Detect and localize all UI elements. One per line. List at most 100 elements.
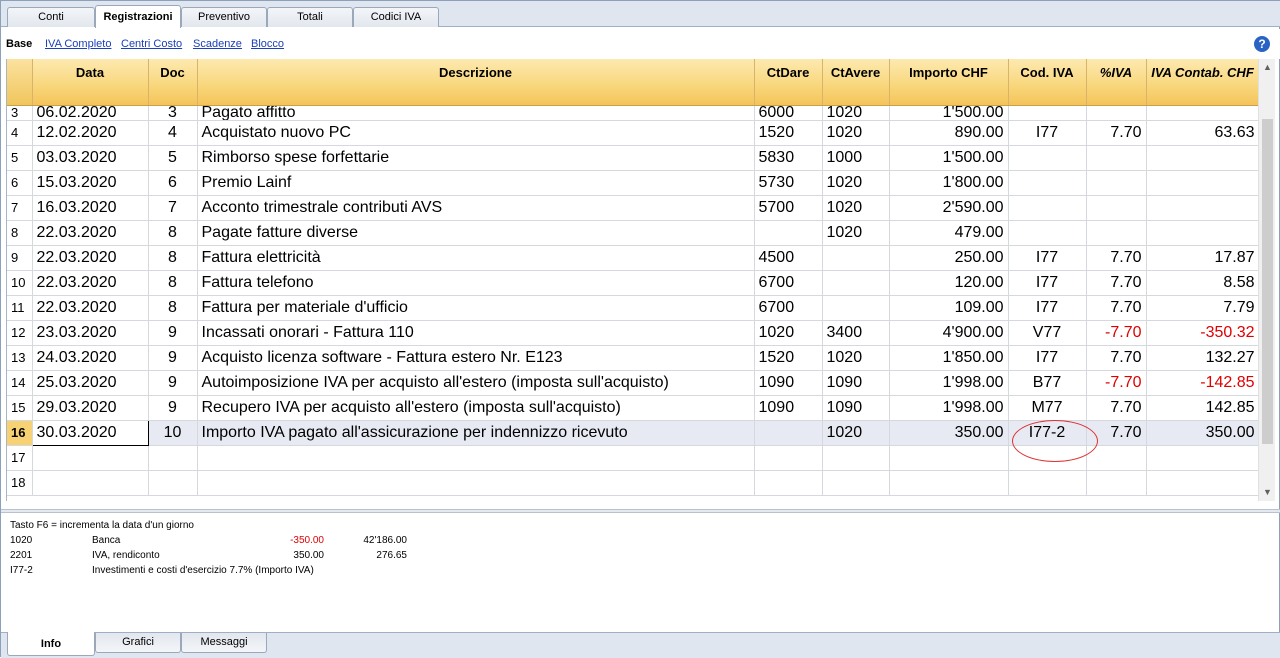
cell-descrizione[interactable]: Fattura per materiale d'ufficio [197,295,755,321]
cell-doc[interactable]: 9 [148,370,198,396]
cell-data[interactable]: 12.02.2020 [32,120,149,146]
table-row[interactable]: 4 12.02.2020 4 Acquistato nuovo PC 1520 1020 8… [7,120,1258,146]
cell-doc[interactable]: 8 [148,270,198,296]
row-number[interactable]: 12 [7,320,33,346]
cell-importo[interactable]: 250.00 [889,245,1009,271]
cell-descrizione[interactable]: Fattura elettricità [197,245,755,271]
cell-pct-iva[interactable]: 7.70 [1086,345,1147,371]
cell-pct-iva[interactable]: 7.70 [1086,395,1147,421]
cell-iva-contab[interactable]: 132.27 [1146,345,1258,371]
cell-importo[interactable]: 479.00 [889,220,1009,246]
cell-descrizione[interactable]: Pagate fatture diverse [197,220,755,246]
cell-importo[interactable]: 1'800.00 [889,170,1009,196]
cell-data[interactable]: 24.03.2020 [32,345,149,371]
cell-ctavere[interactable]: 1090 [822,370,890,396]
cell-doc[interactable]: 9 [148,320,198,346]
help-icon[interactable]: ? [1254,36,1270,52]
cell-descrizione[interactable]: Recupero IVA per acquisto all'estero (im… [197,395,755,421]
cell-iva-contab[interactable]: -350.32 [1146,320,1258,346]
scroll-down-icon[interactable]: ▼ [1259,484,1276,501]
cell-pct-iva[interactable] [1086,145,1147,171]
cell-data[interactable]: 22.03.2020 [32,295,149,321]
cell-ctdare[interactable]: 6000 [754,105,823,121]
cell-doc[interactable]: 9 [148,395,198,421]
cell-importo[interactable] [889,445,1009,471]
cell-pct-iva[interactable]: 7.70 [1086,270,1147,296]
cell-iva-contab[interactable] [1146,445,1258,471]
cell-ctdare[interactable]: 5730 [754,170,823,196]
row-number[interactable]: 5 [7,145,33,171]
cell-descrizione[interactable] [197,445,755,471]
cell-ctavere[interactable]: 1020 [822,220,890,246]
cell-iva-contab[interactable] [1146,145,1258,171]
cell-iva-contab[interactable]: 350.00 [1146,420,1258,446]
cell-descrizione[interactable]: Pagato affitto [197,105,755,121]
cell-ctdare[interactable] [754,420,823,446]
cell-pct-iva[interactable] [1086,195,1147,221]
col-header-descrizione[interactable]: Descrizione [197,59,755,106]
view-base[interactable]: Base [6,38,32,50]
cell-ctdare[interactable]: 1090 [754,395,823,421]
cell-importo[interactable]: 2'590.00 [889,195,1009,221]
row-number[interactable]: 6 [7,170,33,196]
view-iva-completo[interactable]: IVA Completo [45,38,111,50]
cell-ctdare[interactable] [754,470,823,496]
cell-data[interactable]: 23.03.2020 [32,320,149,346]
cell-ctavere[interactable] [822,445,890,471]
cell-ctdare[interactable]: 1090 [754,370,823,396]
row-number[interactable]: 9 [7,245,33,271]
cell-doc[interactable] [148,470,198,496]
cell-ctdare[interactable]: 6700 [754,295,823,321]
cell-data[interactable]: 30.03.2020 [31,419,149,446]
cell-iva-contab[interactable]: 142.85 [1146,395,1258,421]
table-row[interactable]: 9 22.03.2020 8 Fattura elettricità 4500 250.0… [7,245,1258,271]
row-number[interactable]: 14 [7,370,33,396]
cell-descrizione[interactable]: Rimborso spese forfettarie [197,145,755,171]
cell-pct-iva[interactable] [1086,445,1147,471]
row-number[interactable]: 16 [7,420,33,446]
view-scadenze[interactable]: Scadenze [193,38,242,50]
tab-totali[interactable]: Totali [267,7,353,27]
vertical-scrollbar[interactable]: ▲ ▼ [1258,59,1275,501]
cell-ctavere[interactable]: 1020 [822,105,890,121]
table-row[interactable]: 12 23.03.2020 9 Incassati onorari - Fattura… [7,320,1258,346]
panel-splitter[interactable] [1,509,1280,513]
tab-messaggi[interactable]: Messaggi [181,633,267,653]
cell-iva-contab[interactable] [1146,195,1258,221]
row-number[interactable]: 10 [7,270,33,296]
cell-data[interactable]: 22.03.2020 [32,270,149,296]
cell-doc[interactable]: 6 [148,170,198,196]
cell-doc[interactable] [148,445,198,471]
cell-data[interactable]: 15.03.2020 [32,170,149,196]
cell-importo[interactable]: 1'500.00 [889,145,1009,171]
tab-registrazioni[interactable]: Registrazioni [95,5,181,28]
cell-descrizione[interactable]: Incassati onorari - Fattura 110 [197,320,755,346]
table-row[interactable]: 8 22.03.2020 8 Pagate fatture diverse 1020 47… [7,220,1258,246]
cell-pct-iva[interactable] [1086,470,1147,496]
cell-iva-contab[interactable]: 63.63 [1146,120,1258,146]
cell-ctavere[interactable]: 3400 [822,320,890,346]
tab-grafici[interactable]: Grafici [95,633,181,653]
table-row[interactable]: 15 29.03.2020 9 Recupero IVA per acquisto a… [7,395,1258,421]
cell-descrizione[interactable]: Acquisto licenza software - Fattura este… [197,345,755,371]
cell-importo[interactable] [889,470,1009,496]
cell-importo[interactable]: 1'998.00 [889,395,1009,421]
cell-descrizione[interactable]: Acquistato nuovo PC [197,120,755,146]
cell-cod-iva[interactable] [1008,220,1087,246]
col-header-ctdare[interactable]: CtDare [754,59,823,106]
cell-doc[interactable]: 9 [148,345,198,371]
cell-ctavere[interactable] [822,270,890,296]
cell-iva-contab[interactable]: 17.87 [1146,245,1258,271]
col-header-iva-contab[interactable]: IVA Contab. CHF [1146,59,1258,106]
cell-cod-iva[interactable]: I77 [1008,295,1087,321]
cell-data[interactable]: 22.03.2020 [32,220,149,246]
table-row[interactable]: 6 15.03.2020 6 Premio Lainf 5730 1020 1'800.00 [7,170,1258,196]
cell-ctavere[interactable] [822,245,890,271]
cell-ctdare[interactable]: 4500 [754,245,823,271]
cell-pct-iva[interactable]: -7.70 [1086,320,1147,346]
cell-ctdare[interactable]: 1520 [754,120,823,146]
cell-cod-iva[interactable]: I77 [1008,245,1087,271]
cell-pct-iva[interactable]: 7.70 [1086,245,1147,271]
tab-codici-iva[interactable]: Codici IVA [353,7,439,27]
row-number[interactable]: 15 [7,395,33,421]
